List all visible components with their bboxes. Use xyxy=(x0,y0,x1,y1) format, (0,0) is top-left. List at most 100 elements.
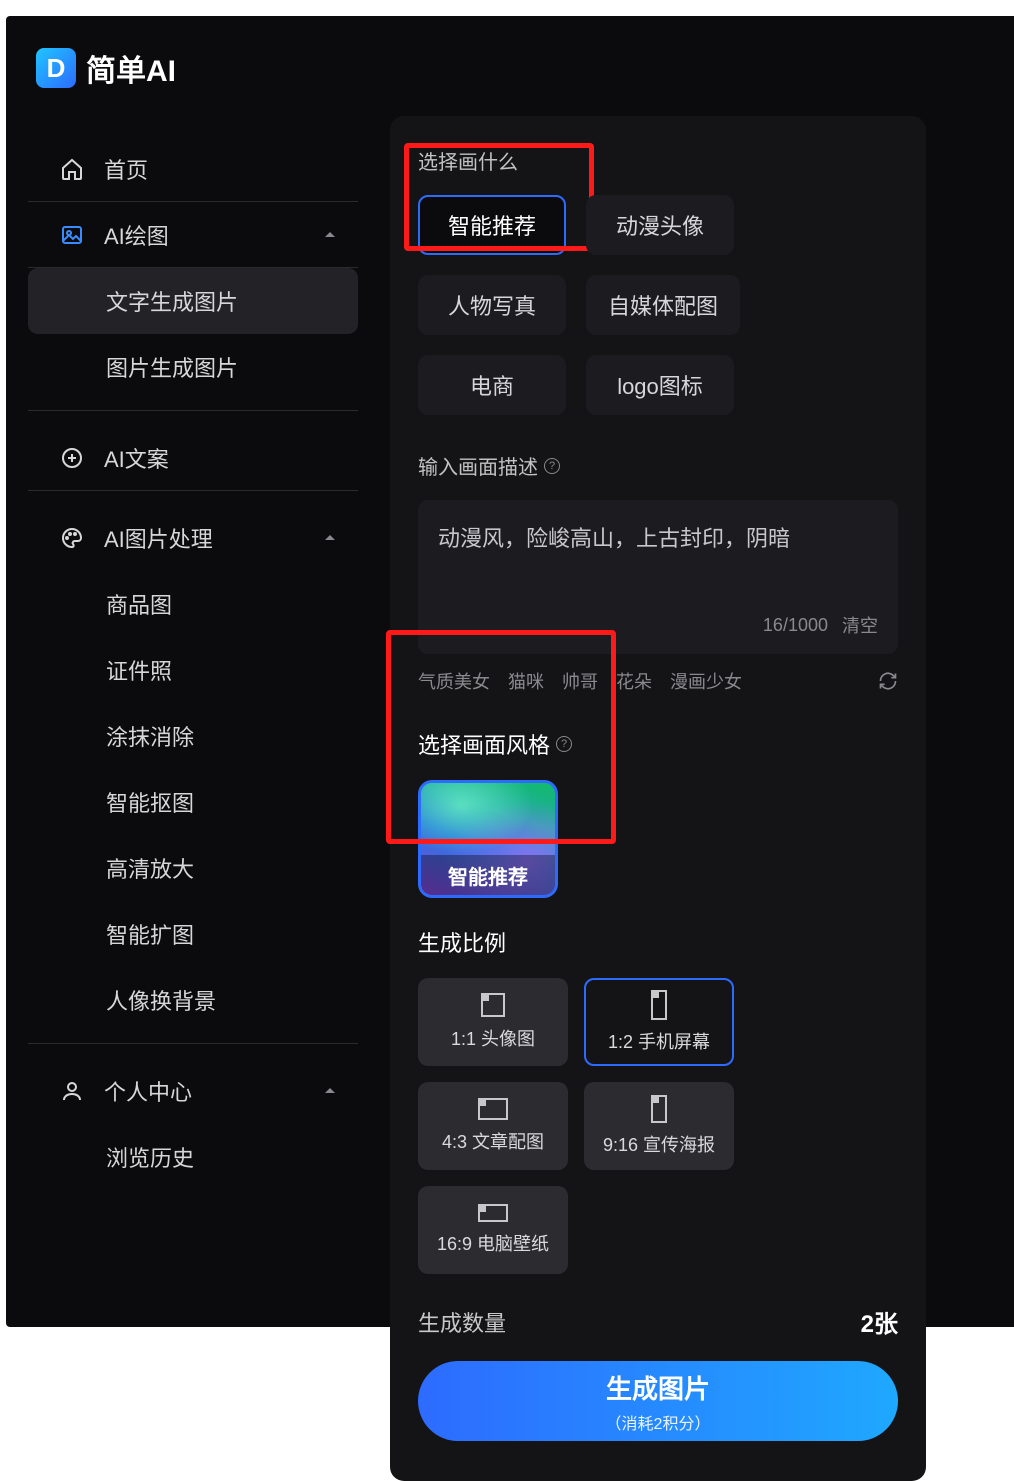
prompt-value: 动漫风，险峻高山，上古封印，阴暗 xyxy=(438,522,878,582)
section-prompt: 输入画面描述 ? xyxy=(418,451,898,480)
ratio-1-2[interactable]: 1:2 手机屏幕 xyxy=(584,978,734,1066)
chip-smart-recommend[interactable]: 智能推荐 xyxy=(418,195,566,255)
image-icon xyxy=(58,221,86,249)
section-ratio: 生成比例 xyxy=(418,926,898,958)
divider xyxy=(28,1043,358,1044)
sidebar-item-text2img[interactable]: 文字生成图片 xyxy=(28,268,358,334)
label-text: 选择画面风格 xyxy=(418,728,550,760)
sidebar-item-home[interactable]: 首页 xyxy=(28,136,358,202)
tag[interactable]: 花朵 xyxy=(616,668,652,694)
chip-logo[interactable]: logo图标 xyxy=(586,355,734,415)
tag[interactable]: 帅哥 xyxy=(562,668,598,694)
chip-label: logo图标 xyxy=(617,369,703,401)
home-icon xyxy=(58,155,86,183)
sidebar-group-ai-draw[interactable]: AI绘图 xyxy=(28,202,358,268)
sidebar-item-label: AI文案 xyxy=(104,442,169,474)
chip-label: 电商 xyxy=(470,369,514,401)
prompt-textarea[interactable]: 动漫风，险峻高山，上古封印，阴暗 16/1000 清空 xyxy=(418,500,898,654)
ratio-options: 1:1 头像图 1:2 手机屏幕 4:3 文章配图 9:16 宣传海报 16:9… xyxy=(418,978,898,1274)
chip-label: 人物写真 xyxy=(448,289,536,321)
tag[interactable]: 猫咪 xyxy=(508,668,544,694)
sidebar-group-personal[interactable]: 个人中心 xyxy=(28,1058,358,1124)
type-chips: 智能推荐 动漫头像 人物写真 自媒体配图 电商 logo图标 xyxy=(418,195,898,415)
count-label: 生成数量 xyxy=(418,1306,506,1338)
chevron-up-icon xyxy=(322,227,338,243)
sidebar-item-label: 智能扩图 xyxy=(106,918,194,950)
sidebar-submenu-ai-draw: 文字生成图片 图片生成图片 xyxy=(28,268,358,400)
sidebar-item-label: 图片生成图片 xyxy=(106,351,238,383)
sidebar-item-label: 浏览历史 xyxy=(106,1141,194,1173)
ratio-shape-icon xyxy=(481,993,505,1017)
ratio-shape-icon xyxy=(478,1098,508,1120)
chip-media-image[interactable]: 自媒体配图 xyxy=(586,275,740,335)
label-text: 生成比例 xyxy=(418,926,506,958)
char-count: 16/1000 xyxy=(763,615,828,636)
count-value: 2张 xyxy=(861,1304,898,1339)
ratio-9-16[interactable]: 9:16 宣传海报 xyxy=(584,1082,734,1170)
ratio-shape-icon xyxy=(651,990,667,1020)
ratio-shape-icon xyxy=(651,1095,667,1123)
sidebar-item-label: AI绘图 xyxy=(104,219,169,251)
label-text: 输入画面描述 xyxy=(418,451,538,480)
sidebar-item-id-photo[interactable]: 证件照 xyxy=(28,637,358,703)
app-logo[interactable]: D 简单AI xyxy=(36,46,176,90)
user-icon xyxy=(58,1077,86,1105)
sidebar-item-label: 智能抠图 xyxy=(106,786,194,818)
ratio-shape-icon xyxy=(478,1204,508,1222)
chip-anime-avatar[interactable]: 动漫头像 xyxy=(586,195,734,255)
sidebar-item-img2img[interactable]: 图片生成图片 xyxy=(28,334,358,400)
chip-label: 动漫头像 xyxy=(616,209,704,241)
chevron-up-icon xyxy=(322,530,338,546)
generate-sub: （消耗2积分） xyxy=(606,1410,711,1434)
ai-copy-icon xyxy=(58,444,86,472)
ratio-16-9[interactable]: 16:9 电脑壁纸 xyxy=(418,1186,568,1274)
sidebar-item-label: 涂抹消除 xyxy=(106,720,194,752)
sidebar-item-product-img[interactable]: 商品图 xyxy=(28,571,358,637)
help-icon[interactable]: ? xyxy=(544,458,560,474)
count-row: 生成数量 2张 xyxy=(418,1304,898,1339)
sidebar-item-label: 高清放大 xyxy=(106,852,194,884)
sidebar-submenu-personal: 浏览历史 xyxy=(28,1124,358,1190)
tag[interactable]: 气质美女 xyxy=(418,668,490,694)
ratio-1-1[interactable]: 1:1 头像图 xyxy=(418,978,568,1066)
sidebar: 首页 AI绘图 文字生成图片 图片生成图片 AI文案 xyxy=(28,136,358,1200)
ratio-label: 4:3 文章配图 xyxy=(442,1128,544,1154)
sidebar-item-history[interactable]: 浏览历史 xyxy=(28,1124,358,1190)
sidebar-group-ai-copy[interactable]: AI文案 xyxy=(28,425,358,491)
sidebar-item-label: 商品图 xyxy=(106,588,172,620)
section-style: 选择画面风格 ? xyxy=(418,728,898,760)
help-icon[interactable]: ? xyxy=(556,736,572,752)
generate-label: 生成图片 xyxy=(606,1369,710,1406)
style-card-label: 智能推荐 xyxy=(421,855,555,895)
chip-label: 智能推荐 xyxy=(448,209,536,241)
sidebar-item-expand[interactable]: 智能扩图 xyxy=(28,901,358,967)
main-panel: 选择画什么 智能推荐 动漫头像 人物写真 自媒体配图 电商 logo图标 输入画… xyxy=(390,116,926,1481)
ratio-label: 1:2 手机屏幕 xyxy=(608,1028,710,1054)
chip-ecommerce[interactable]: 电商 xyxy=(418,355,566,415)
sidebar-group-ai-image[interactable]: AI图片处理 xyxy=(28,505,358,571)
sidebar-item-upscale[interactable]: 高清放大 xyxy=(28,835,358,901)
sidebar-item-bg-swap[interactable]: 人像换背景 xyxy=(28,967,358,1033)
sidebar-item-label: 个人中心 xyxy=(104,1075,192,1107)
style-card-smart-recommend[interactable]: 智能推荐 xyxy=(418,780,558,898)
palette-icon xyxy=(58,524,86,552)
divider xyxy=(28,410,358,411)
ratio-label: 16:9 电脑壁纸 xyxy=(437,1230,549,1256)
sidebar-item-cutout[interactable]: 智能抠图 xyxy=(28,769,358,835)
tag[interactable]: 漫画少女 xyxy=(670,668,742,694)
refresh-icon[interactable] xyxy=(878,671,898,691)
sidebar-item-label: 证件照 xyxy=(106,654,172,686)
sidebar-item-label: 人像换背景 xyxy=(106,984,216,1016)
label-text: 选择画什么 xyxy=(418,146,518,175)
sidebar-item-erase[interactable]: 涂抹消除 xyxy=(28,703,358,769)
clear-button[interactable]: 清空 xyxy=(842,612,878,638)
ratio-label: 9:16 宣传海报 xyxy=(603,1131,715,1157)
generate-button[interactable]: 生成图片 （消耗2积分） xyxy=(418,1361,898,1441)
chevron-up-icon xyxy=(322,1083,338,1099)
ratio-label: 1:1 头像图 xyxy=(451,1025,535,1051)
logo-icon: D xyxy=(36,48,76,88)
ratio-4-3[interactable]: 4:3 文章配图 xyxy=(418,1082,568,1170)
chip-portrait[interactable]: 人物写真 xyxy=(418,275,566,335)
sidebar-submenu-ai-image: 商品图 证件照 涂抹消除 智能抠图 高清放大 智能扩图 人像换背景 xyxy=(28,571,358,1033)
prompt-tags: 气质美女 猫咪 帅哥 花朵 漫画少女 xyxy=(418,668,898,694)
